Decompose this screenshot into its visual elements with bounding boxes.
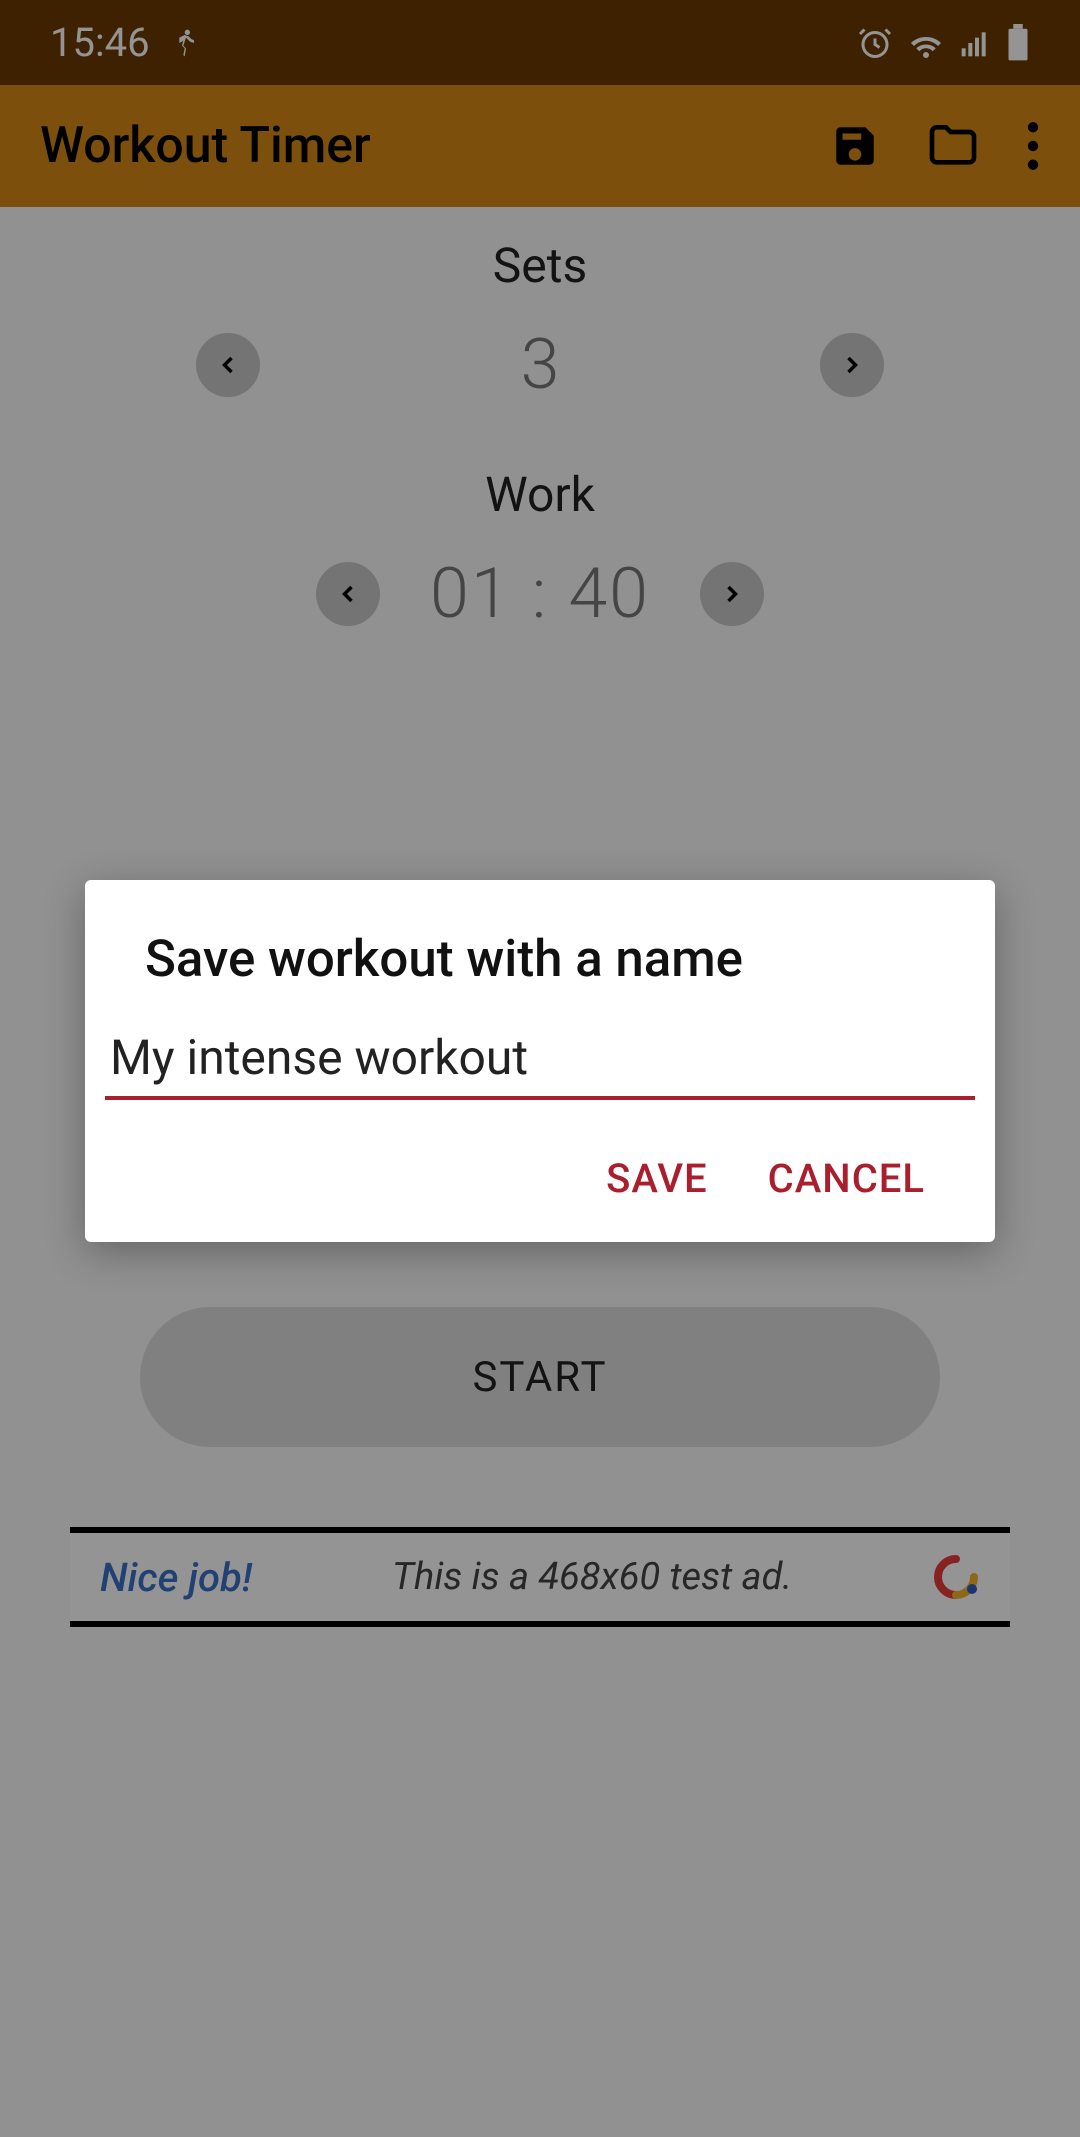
save-dialog: Save workout with a name SAVE CANCEL	[85, 880, 995, 1242]
cancel-button[interactable]: CANCEL	[768, 1155, 925, 1202]
dialog-overlay[interactable]: Save workout with a name SAVE CANCEL	[0, 0, 1080, 2137]
save-button[interactable]: SAVE	[606, 1155, 708, 1202]
workout-name-input[interactable]	[105, 1024, 975, 1100]
dialog-actions: SAVE CANCEL	[85, 1100, 995, 1212]
dialog-title: Save workout with a name	[85, 930, 995, 1024]
